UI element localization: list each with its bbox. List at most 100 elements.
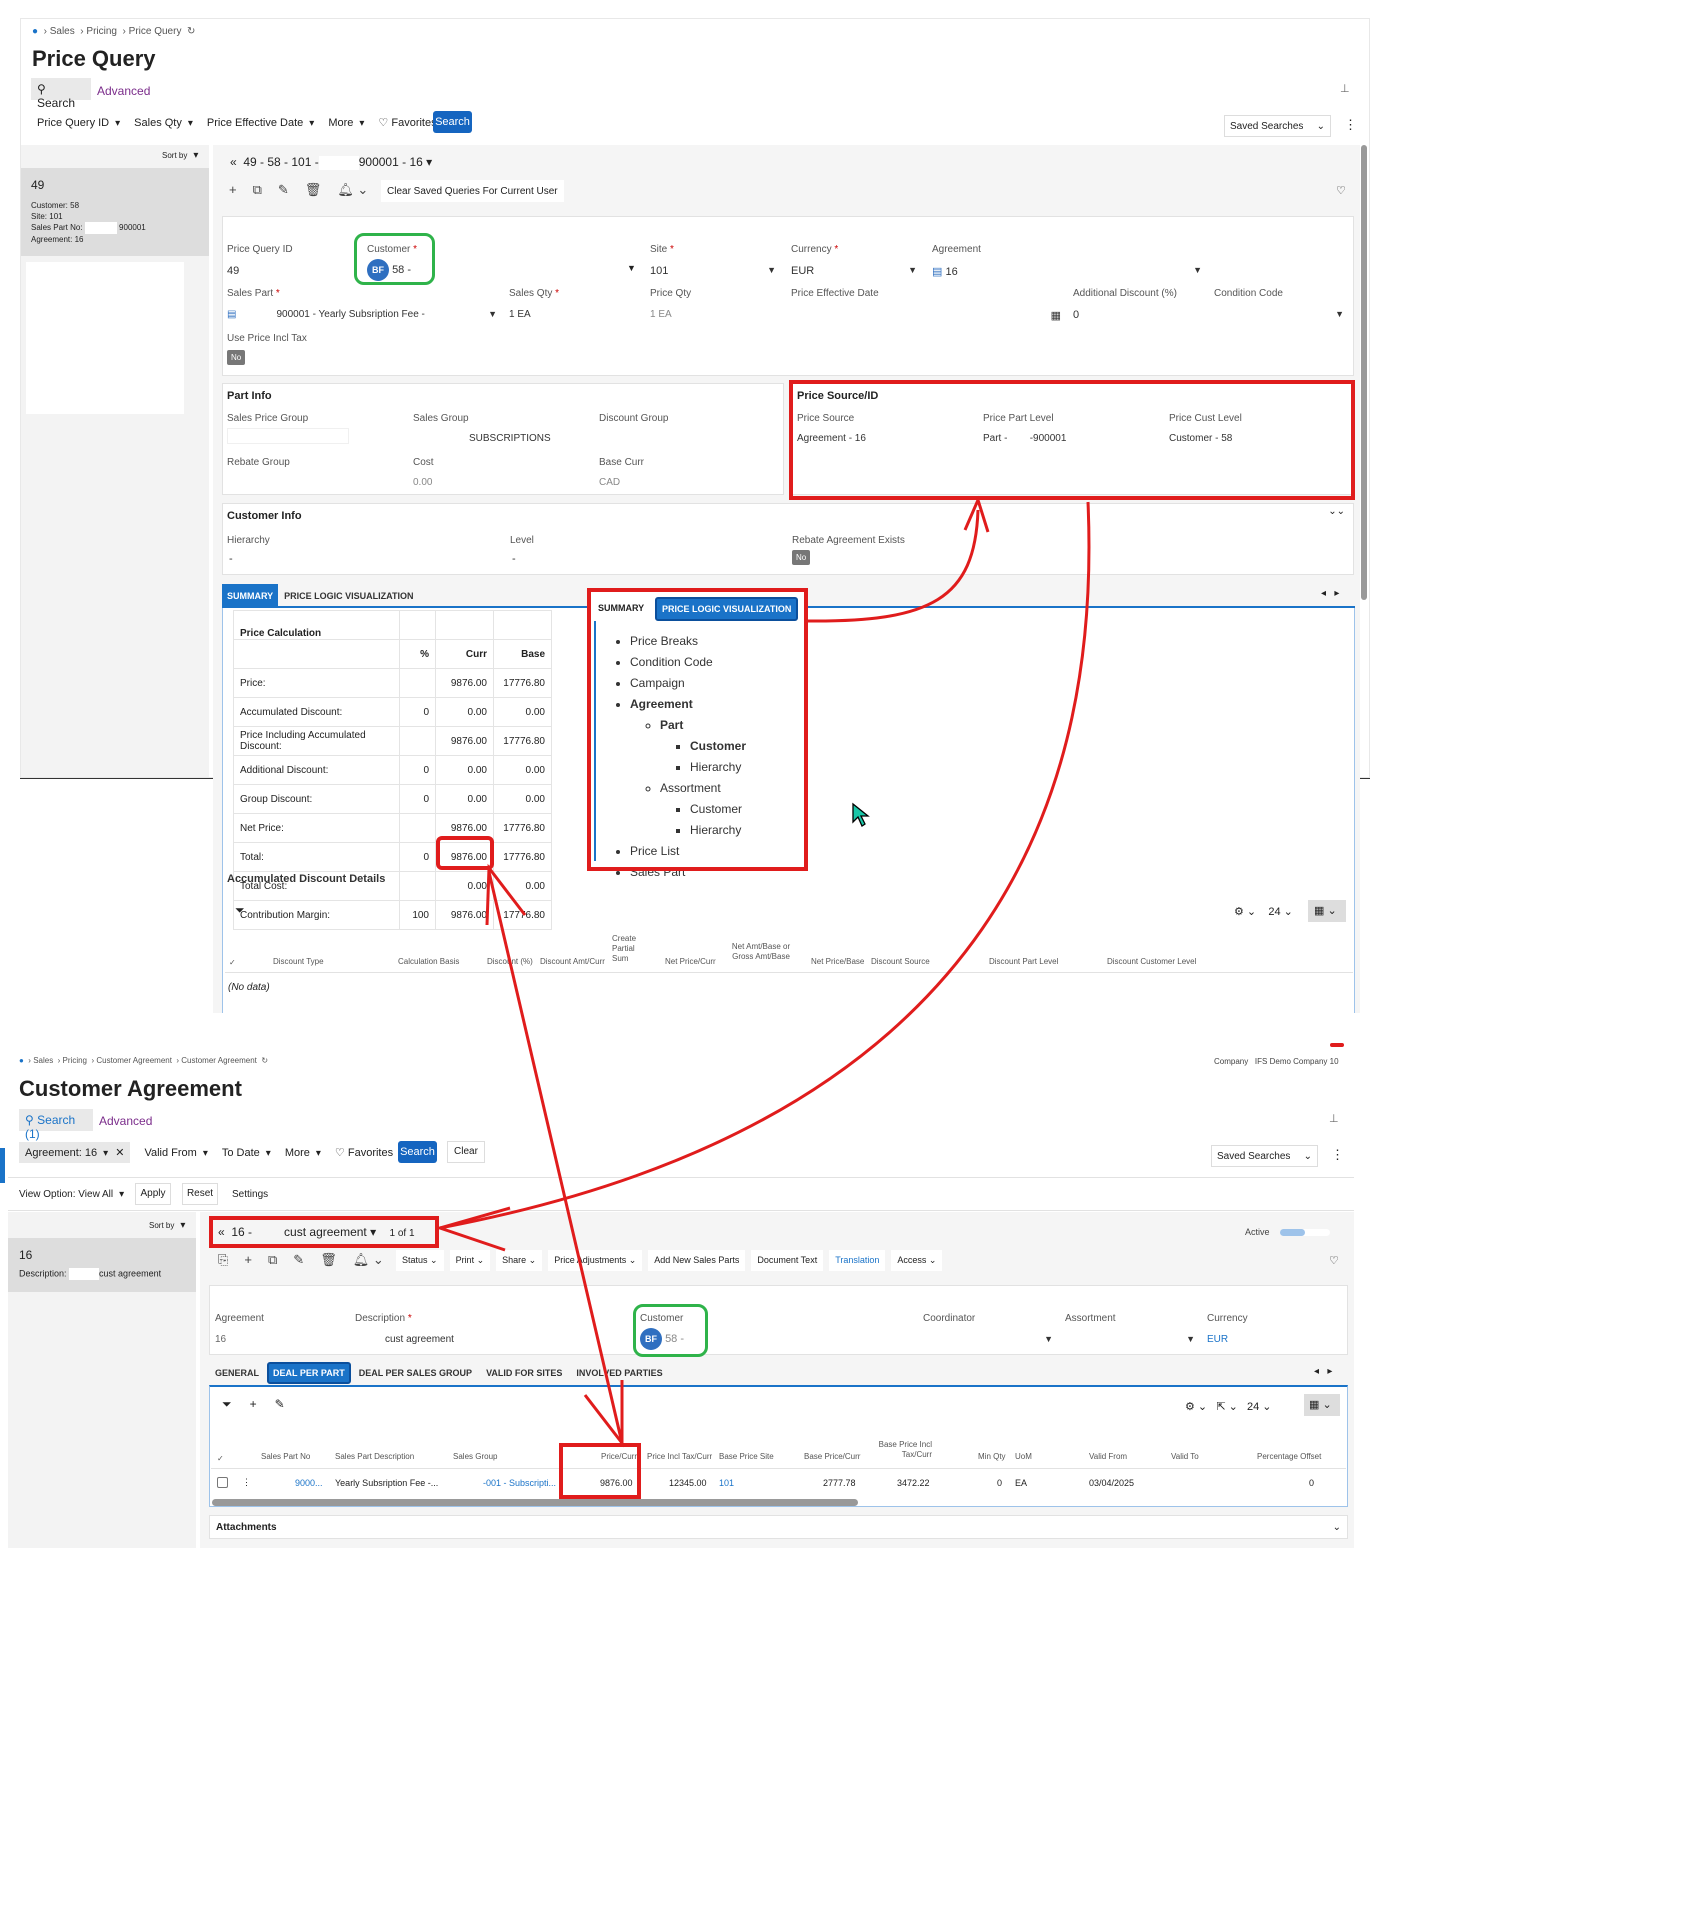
search-button-2[interactable]: Search (398, 1141, 437, 1163)
additional-discount-field[interactable]: Additional Discount (%) 0 (1073, 288, 1177, 321)
price-adjustments-menu[interactable]: Price Adjustments ⌄ (548, 1250, 643, 1271)
favorites-button[interactable]: ♡ Favorites (378, 116, 436, 129)
sort-by[interactable]: Sort by (162, 150, 198, 161)
edit-icon[interactable]: ✎ (275, 1397, 285, 1412)
clear-button[interactable]: Clear (447, 1141, 485, 1163)
filter-icon[interactable]: ⏷ (235, 903, 245, 918)
view-toggle[interactable]: ▦ ⌄ (1308, 900, 1346, 922)
pin-icon[interactable]: ⊥ (1329, 1112, 1339, 1125)
tab-involved-parties[interactable]: INVOLVED PARTIES (570, 1362, 668, 1384)
refresh-icon[interactable]: ↻ (187, 26, 195, 37)
filter-more[interactable]: More (328, 117, 364, 129)
description-field[interactable]: Description * cust agreement (355, 1313, 454, 1345)
translation-button[interactable]: Translation (829, 1250, 886, 1271)
search-tab[interactable]: ⚲ Search (31, 78, 91, 110)
refresh-icon[interactable]: ↻ (261, 1056, 268, 1065)
grid-settings[interactable]: ⚙ ⌄ ⇱ ⌄ 24 ⌄ (1185, 1400, 1272, 1413)
settings-button[interactable]: Settings (232, 1189, 268, 1200)
view-option[interactable]: View Option: View All (19, 1189, 124, 1200)
tab-valid-for-sites[interactable]: VALID FOR SITES (480, 1362, 568, 1384)
favorite-icon[interactable]: ♡ (1336, 184, 1346, 197)
access-menu[interactable]: Access ⌄ (891, 1250, 943, 1271)
active-toggle[interactable]: Active (1245, 1227, 1330, 1237)
agreement-field[interactable]: Agreement ▤ 16 ▼ (932, 244, 1202, 278)
kebab-icon[interactable]: ⋮ (1344, 117, 1357, 133)
coordinator-field[interactable]: Coordinator ▼ (923, 1313, 1053, 1344)
assortment-field[interactable]: Assortment ▼ (1065, 1313, 1195, 1344)
search-tab-2[interactable]: ⚲ Search (1) (19, 1109, 93, 1141)
tab-general[interactable]: GENERAL (209, 1362, 265, 1384)
apply-button[interactable]: Apply (135, 1183, 171, 1205)
advanced-tab-2[interactable]: Advanced (99, 1114, 152, 1128)
advanced-tab[interactable]: Advanced (97, 84, 150, 98)
saved-searches-2[interactable]: Saved Searches ⌄ (1211, 1145, 1318, 1167)
filter-more[interactable]: More (285, 1147, 321, 1159)
record-title[interactable]: « 49 - 58 - 101 -900001 - 16 ▾ (230, 155, 432, 170)
bell-icon[interactable]: 🔔︎ ⌄ (337, 182, 368, 198)
row-checkbox[interactable] (217, 1477, 228, 1488)
customer-dropdown-icon[interactable]: ▼ (627, 263, 636, 273)
add-new-sales-parts-button[interactable]: Add New Sales Parts (648, 1250, 746, 1271)
horizontal-scrollbar[interactable] (212, 1499, 858, 1506)
print-menu[interactable]: Print ⌄ (449, 1250, 491, 1271)
row-menu-icon[interactable]: ⋮ (242, 1477, 251, 1488)
list-item[interactable]: 49 Customer: 58 Site: 101 Sales Part No:… (21, 168, 209, 256)
tab-deal-per-sales-group[interactable]: DEAL PER SALES GROUP (353, 1362, 478, 1384)
scrollbar[interactable] (1361, 145, 1367, 600)
add-icon[interactable]: + (250, 1397, 257, 1412)
duplicate-icon[interactable]: ⧉ (268, 1252, 277, 1268)
filter-sales-qty[interactable]: Sales Qty (134, 117, 193, 129)
currency-field-2[interactable]: Currency EUR (1207, 1313, 1248, 1345)
table-settings[interactable]: ⚙ ⌄ 24 ⌄ (1234, 905, 1293, 918)
tab-deal-per-part[interactable]: DEAL PER PART (267, 1362, 351, 1384)
attachments-section[interactable]: Attachments ⌄ (209, 1515, 1348, 1539)
pin-icon[interactable]: ⊥ (1340, 82, 1350, 95)
edit-icon[interactable]: ✎ (278, 182, 289, 198)
add-icon[interactable]: + (244, 1252, 252, 1268)
sort-by-2[interactable]: Sort by (149, 1220, 185, 1231)
document-text-button[interactable]: Document Text (751, 1250, 824, 1271)
price-effective-date-field[interactable]: Price Effective Date ▦ (791, 288, 1061, 322)
status-menu[interactable]: Status ⌄ (396, 1250, 444, 1271)
use-price-incl-tax-field[interactable]: Use Price Incl Tax No (227, 333, 307, 365)
search-button[interactable]: Search (433, 111, 472, 133)
add-icon[interactable]: + (229, 182, 237, 198)
delete-icon[interactable]: 🗑 (305, 182, 322, 198)
edit-icon[interactable]: ✎ (293, 1252, 304, 1268)
duplicate-icon[interactable]: ⧉ (253, 182, 262, 198)
saved-searches[interactable]: Saved Searches ⌄ (1224, 115, 1331, 137)
clear-saved-queries-button[interactable]: Clear Saved Queries For Current User (381, 180, 564, 202)
tab-summary[interactable]: SUMMARY (222, 584, 279, 608)
sales-part-field[interactable]: Sales Part * ▤ 900001 - Yearly Subsriptio… (227, 288, 497, 320)
tab-scroll-arrows[interactable]: ◂ ▸ (1321, 588, 1339, 599)
company-info[interactable]: Company IFS Demo Company 10 (1214, 1057, 1339, 1066)
filter-icon[interactable]: ⏷ (222, 1397, 232, 1412)
collapse-section-icon[interactable]: ⌄⌄ (1328, 506, 1345, 517)
filter-agreement-chip[interactable]: Agreement: 16 ✕ (19, 1142, 131, 1163)
home-icon[interactable]: ● (19, 1056, 24, 1065)
bell-icon[interactable]: 🔔︎ ⌄ (353, 1252, 384, 1268)
sales-qty-field[interactable]: Sales Qty * 1 EA (509, 288, 559, 320)
currency-field[interactable]: Currency * EUR ▼ (791, 244, 917, 277)
collapse-icon[interactable]: « (230, 155, 237, 169)
favorites-button[interactable]: ♡ Favorites (335, 1146, 393, 1159)
favorite-icon[interactable]: ♡ (1329, 1254, 1339, 1267)
kebab-icon[interactable]: ⋮ (1331, 1147, 1344, 1163)
tab-price-logic[interactable]: PRICE LOGIC VISUALIZATION (278, 584, 419, 608)
filter-price-effective-date[interactable]: Price Effective Date (207, 117, 314, 129)
filter-to-date[interactable]: To Date (222, 1147, 271, 1159)
filter-price-query-id[interactable]: Price Query ID (37, 117, 120, 129)
attach-icon[interactable]: ⎘ (218, 1252, 228, 1268)
filter-valid-from[interactable]: Valid From (144, 1147, 207, 1159)
condition-code-field[interactable]: Condition Code ▼ (1214, 288, 1344, 319)
share-menu[interactable]: Share ⌄ (496, 1250, 543, 1271)
view-toggle-2[interactable]: ▦ ⌄ (1304, 1394, 1340, 1416)
tab-scroll-arrows-2[interactable]: ◂ ▸ (1314, 1366, 1332, 1377)
list-item-2[interactable]: 16 Description: cust agreement (8, 1238, 196, 1292)
delete-icon[interactable]: 🗑 (320, 1252, 337, 1268)
home-icon[interactable]: ● (32, 26, 38, 37)
chevron-down-icon[interactable]: ▾ (426, 155, 432, 169)
site-field[interactable]: Site * 101 ▼ (650, 244, 776, 277)
reset-button[interactable]: Reset (182, 1183, 218, 1205)
table-row[interactable]: ⋮ 9000... Yearly Subsription Fee -... -0… (211, 1469, 1346, 1497)
